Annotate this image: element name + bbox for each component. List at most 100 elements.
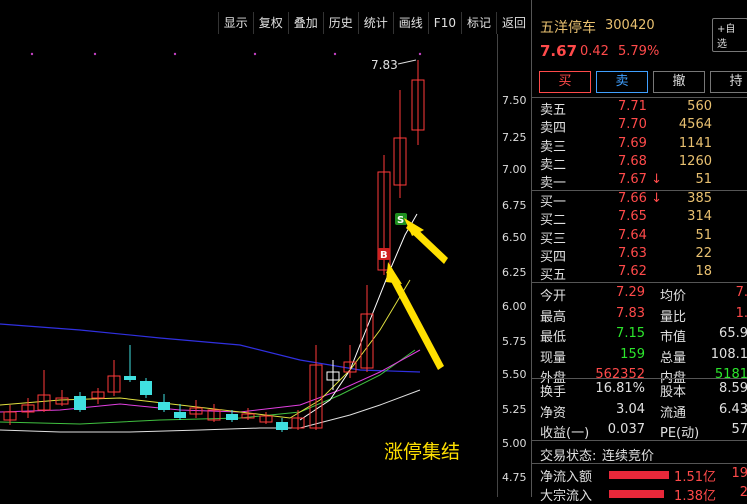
order-sell-4: 卖四 7.70 4564 [532,117,747,137]
sell-marker-label: S [397,215,404,226]
stock-code: 300420 [605,18,655,33]
fin-row-cell: 6.43 [719,401,747,417]
fin-row-cell: 3.04 [616,401,645,417]
order-buy-3: 买三 7.64 51 [532,227,747,247]
stat-row: 今开 7.29 均价 7. [532,285,747,304]
high-price-label: 7.83 [371,58,398,72]
order-buy-3-cell: 7.64 [618,227,647,243]
order-sell-1-cell: 7.67 ↓ [618,172,662,188]
axis-label: 5.75 [502,335,527,348]
order-buy-5: 买五 7.62 18 [532,264,747,284]
order-sell-5-cell: 卖五 [540,103,567,118]
fin-row-cell: 净资 [540,405,567,421]
axis-label: 6.50 [502,231,527,244]
fin-row-cell: 收益(一) [540,426,590,442]
axis-label: 4.75 [502,471,527,484]
flow-row-cell: 大宗流入 [540,488,593,504]
top-dot [173,52,177,56]
top-dot [30,52,34,56]
candle-body [158,402,170,410]
order-sell-4-cell: 卖四 [540,121,567,137]
order-buy-3-cell: 买三 [540,231,567,247]
candle-body [124,376,136,380]
order-sell-5-cell: 560 [687,99,712,114]
fin-row: 换手 16.81% 股本 8.59 [532,381,747,400]
order-buy-4: 买四 7.63 22 [532,245,747,265]
stat-row-cell: 现量 [540,350,567,366]
order-buy-1-cell: 7.66 ↓ [618,191,662,206]
stat-row-cell: 7.15 [616,326,645,342]
fin-row-cell: 57 [731,422,747,438]
order-buy-5-cell: 7.62 [618,264,647,280]
divider [532,463,747,464]
toolbar-item-8[interactable]: 返回 [495,12,531,34]
axis-label: 6.00 [502,300,527,313]
order-sell-3-cell: 1141 [678,135,712,151]
divider [532,97,747,98]
last-price: 7.67 [540,42,578,60]
trade-button-2[interactable]: 撤 [653,71,705,93]
order-sell-1-cell: 卖一 [540,176,567,192]
fin-row-cell: 股本 [660,385,687,400]
order-sell-3: 卖三 7.69 1141 [532,135,747,155]
buy-marker-label: B [380,250,388,261]
flow-bar [609,471,669,479]
price-change-pct: 5.79% [618,44,660,59]
flow-row-cell: 净流入额 [540,470,593,485]
trade-button-0[interactable]: 买 [539,71,591,93]
candle-body [276,422,288,430]
stat-row-cell: 7.83 [616,305,645,321]
axis-label: 6.25 [502,266,527,279]
order-buy-5-cell: 买五 [540,268,567,284]
ma-line-blue [0,323,421,373]
kline-svg: 7.83 S B 涨停集结 [0,52,460,463]
kline-chart[interactable]: 显示 复权 叠加 历史 统计 画线 F10 标记 返回 7.83 S B 涨停集结 7.50 7.25 7… [0,0,531,497]
trade-button-1[interactable]: 卖 [596,71,648,93]
stat-row-cell: 7. [735,285,747,300]
order-buy-4-cell: 买四 [540,249,567,265]
trade-button-3[interactable]: 持 [710,71,747,93]
order-sell-2-cell: 卖二 [540,157,567,173]
order-buy-3-cell: 51 [695,227,712,243]
order-buy-1-cell: 385 [687,191,712,206]
stat-row-cell: 1. [735,305,747,321]
candle-body [74,396,86,410]
add-watchlist-button[interactable]: +自选 [712,18,747,52]
order-buy-4-cell: 7.63 [618,245,647,261]
fin-row-cell: 16.81% [595,381,645,396]
trade-status-cell: 连续竞价 [602,449,655,464]
fin-row-cell: 换手 [540,385,567,400]
stat-row-cell: 最高 [540,309,567,325]
order-buy-1: 买一 7.66 ↓ 385 [532,191,747,210]
stat-row: 最低 7.15 市值 65.9 [532,326,747,346]
stat-row-cell: 今开 [540,289,567,304]
candle-body [140,381,152,395]
axis-label: 5.00 [502,437,527,450]
stat-row-cell: 最低 [540,330,567,346]
annotation-text: 涨停集结 [384,441,460,463]
axis-label: 5.50 [502,368,527,381]
axis-label: 7.00 [502,163,527,176]
candle-body [226,414,238,420]
top-dot [253,52,257,56]
fin-row-cell: 流通 [660,405,687,421]
order-sell-2: 卖二 7.68 1260 [532,153,747,173]
candle-body [174,412,186,418]
price-axis: 7.50 7.25 7.00 6.75 6.50 6.25 6.00 5.75 5.50 5.25… [497,34,532,497]
order-sell-3-cell: 卖三 [540,139,567,155]
stat-row: 最高 7.83 量比 1. [532,305,747,325]
fin-row-cell: PE(动) [660,426,700,442]
order-sell-5: 卖五 7.71 560 [532,99,747,118]
stat-row: 现量 159 总量 108.1 [532,347,747,366]
price-change: 0.42 [580,44,609,59]
axis-label: 6.75 [502,199,527,212]
order-sell-5-cell: 7.71 [618,99,647,114]
axis-label: 7.25 [502,131,527,144]
high-price-pointer [397,59,417,65]
order-buy-2-cell: 314 [687,209,712,225]
fin-row-cell: 8.59 [719,381,747,396]
trade-status: 交易状态: 连续竞价 [532,445,747,464]
order-sell-2-cell: 1260 [678,153,712,169]
ma-line-magenta [0,349,421,413]
top-dot [333,52,337,56]
